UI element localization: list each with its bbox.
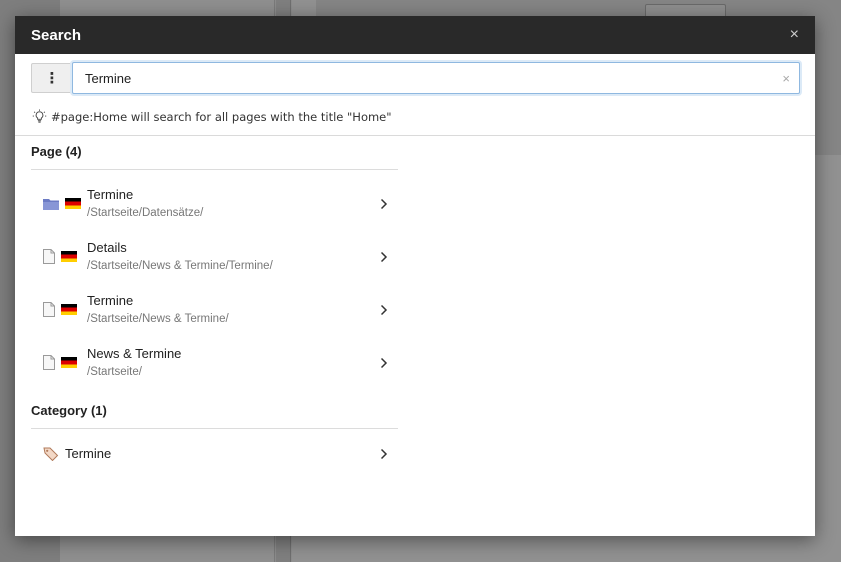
clear-input-icon[interactable]: × <box>782 71 790 86</box>
page-icon <box>43 355 55 370</box>
modal-title: Search <box>31 26 82 44</box>
result-path: /Startseite/News & Termine/ <box>87 312 229 325</box>
search-input[interactable] <box>73 63 799 93</box>
chevron-right-icon <box>380 304 388 315</box>
page-icon <box>43 302 55 317</box>
search-hint: #page:Home will search for all pages wit… <box>32 109 392 124</box>
search-options-button[interactable]: ⋮ <box>31 63 73 93</box>
chevron-right-icon <box>380 251 388 262</box>
german-flag-icon <box>61 251 77 262</box>
close-icon[interactable]: × <box>790 27 799 43</box>
category-result-group: Category (1) Termine <box>31 395 398 479</box>
result-title: Termine <box>87 292 134 308</box>
result-item[interactable]: Termine /Startseite/Datensätze/ <box>31 177 398 230</box>
chevron-right-icon <box>380 198 388 209</box>
chevron-right-icon <box>380 357 388 368</box>
search-bar: ⋮ × <box>15 54 815 100</box>
category-group-header: Category (1) <box>31 395 398 429</box>
search-results: Page (4) Termine /Startseite/Datensätze/ <box>31 136 398 479</box>
result-item[interactable]: Termine <box>31 429 398 479</box>
result-title: Termine <box>87 186 134 202</box>
page-result-group: Page (4) Termine /Startseite/Datensätze/ <box>31 136 398 389</box>
folder-icon <box>43 198 59 210</box>
lightbulb-icon <box>32 109 47 123</box>
result-path: /Startseite/Datensätze/ <box>87 206 204 219</box>
search-modal: Search × ⋮ × #page:Home will search for … <box>15 16 815 536</box>
page-group-header: Page (4) <box>31 136 398 170</box>
page-icon <box>43 249 55 264</box>
modal-header: Search × <box>15 16 815 54</box>
result-item[interactable]: News & Termine /Startseite/ <box>31 336 398 389</box>
result-item[interactable]: Termine /Startseite/News & Termine/ <box>31 283 398 336</box>
tag-icon <box>43 447 59 461</box>
german-flag-icon <box>61 357 77 368</box>
result-title: News & Termine <box>87 345 182 361</box>
chevron-right-icon <box>380 448 388 460</box>
german-flag-icon <box>65 198 81 209</box>
result-item[interactable]: Details /Startseite/News & Termine/Termi… <box>31 230 398 283</box>
result-path: /Startseite/News & Termine/Termine/ <box>87 259 273 272</box>
search-input-wrapper: × <box>72 62 800 94</box>
german-flag-icon <box>61 304 77 315</box>
result-path: /Startseite/ <box>87 365 142 378</box>
result-title: Details <box>87 239 127 255</box>
search-hint-text: #page:Home will search for all pages wit… <box>51 109 392 124</box>
result-title: Termine <box>65 446 112 461</box>
